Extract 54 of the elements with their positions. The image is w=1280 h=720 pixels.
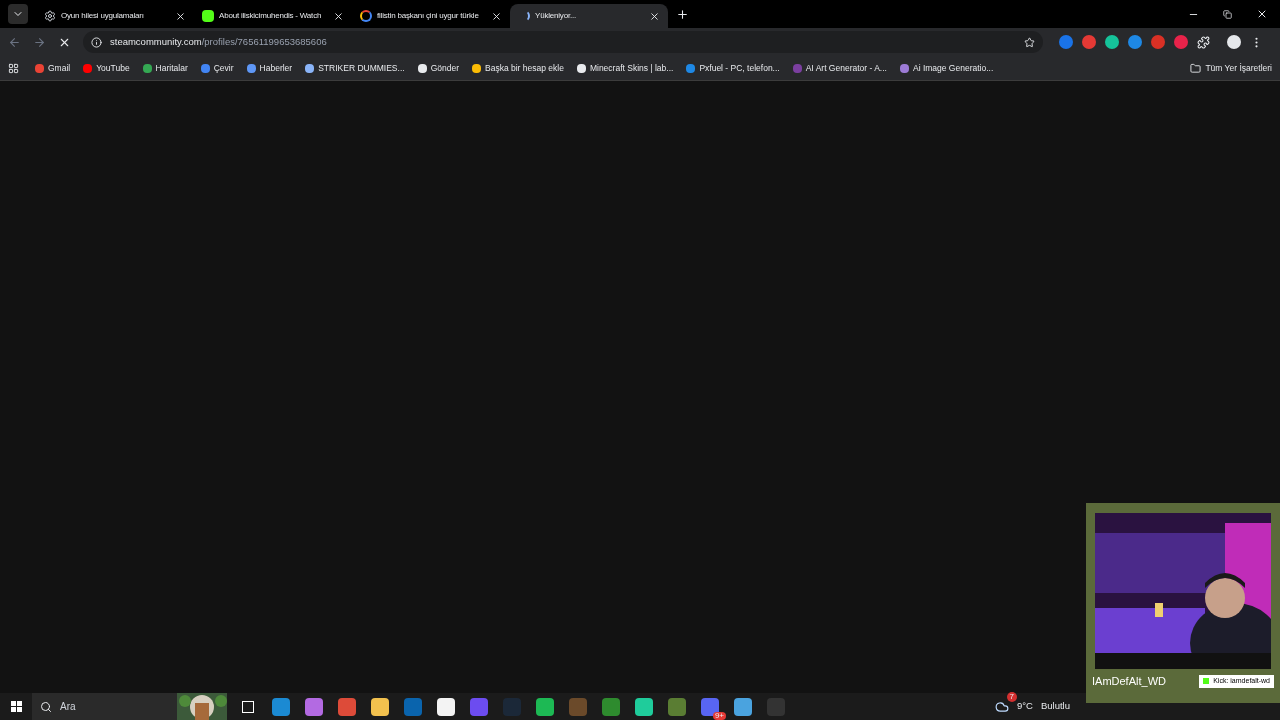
browser-tab[interactable]: filistin başkanı çini uygur türkle xyxy=(352,4,510,28)
new-tab-icon[interactable] xyxy=(676,7,689,21)
gear-icon xyxy=(44,10,56,22)
tab-title: filistin başkanı çini uygur türkle xyxy=(377,10,480,22)
browser-tab[interactable]: Oyun hilesi uygulamaları xyxy=(36,4,194,28)
extension-icon[interactable] xyxy=(1059,35,1073,49)
bookmark-item[interactable]: Çevir xyxy=(200,61,234,75)
extension-icon[interactable] xyxy=(1174,35,1188,49)
browser-tab[interactable]: About iliskicimuhendis - Watch xyxy=(194,4,352,28)
bookmark-label: Çevir xyxy=(213,61,234,75)
close-icon[interactable] xyxy=(333,10,344,22)
bookmark-label: Gönder xyxy=(430,61,459,75)
extension-icon[interactable] xyxy=(1082,35,1096,49)
bookmark-label: Haritalar xyxy=(155,61,188,75)
forward-icon[interactable] xyxy=(33,35,46,49)
bookmark-label: Haberler xyxy=(259,61,293,75)
bookmark-item[interactable]: Haritalar xyxy=(142,61,188,75)
browser-tab[interactable]: Yükleniyor... xyxy=(510,4,668,28)
bookmark-item[interactable]: YouTube xyxy=(83,61,130,75)
tab-title: About iliskicimuhendis - Watch xyxy=(219,10,323,22)
info-icon xyxy=(91,36,102,48)
restore-icon[interactable] xyxy=(1223,9,1232,19)
tab-title: Oyun hilesi uygulamaları xyxy=(61,10,145,22)
bookmark-item[interactable]: Haberler xyxy=(246,61,293,75)
url-text: steamcommunity.com/profiles/76561199653685606 xyxy=(110,34,328,49)
bookmark-item[interactable]: Gönder xyxy=(417,61,459,75)
extensions-icon[interactable] xyxy=(1197,35,1210,49)
bookmark-label: YouTube xyxy=(96,61,130,75)
address-bar[interactable]: steamcommunity.com/profiles/76561199653685606 xyxy=(83,31,1043,53)
weather-badge: 7 xyxy=(1006,691,1017,702)
bookmark-label: Gmail xyxy=(48,61,71,75)
streamer-name: IAmDefAlt_WD xyxy=(1092,674,1166,689)
notification-badge: 9+ xyxy=(712,712,726,720)
extension-icon[interactable] xyxy=(1151,35,1165,49)
tab-search-button[interactable] xyxy=(8,4,28,24)
search-field[interactable]: Ara xyxy=(32,693,227,720)
extension-icon[interactable] xyxy=(1128,35,1142,49)
close-icon[interactable] xyxy=(175,10,186,22)
weather-text: Bulutlu xyxy=(1040,699,1070,714)
close-icon[interactable] xyxy=(649,10,660,22)
bookmark-item[interactable]: Gmail xyxy=(35,61,71,75)
apps-icon[interactable] xyxy=(8,62,19,74)
all-bookmarks-item[interactable]: Tüm Yer İşaretleri xyxy=(1190,61,1272,75)
profile-avatar[interactable] xyxy=(1227,35,1241,49)
cloud-icon xyxy=(995,699,1009,714)
tab-title: Yükleniyor... xyxy=(535,10,577,22)
temperature-text: 9°C xyxy=(1017,699,1033,714)
search-icon xyxy=(40,700,52,713)
back-icon[interactable] xyxy=(8,35,21,49)
close-icon[interactable] xyxy=(491,10,502,22)
bookmark-star-icon[interactable] xyxy=(1024,36,1035,48)
bookmark-label: Tüm Yer İşaretleri xyxy=(1205,61,1272,75)
extension-icon[interactable] xyxy=(1105,35,1119,49)
close-icon[interactable] xyxy=(1256,8,1268,20)
